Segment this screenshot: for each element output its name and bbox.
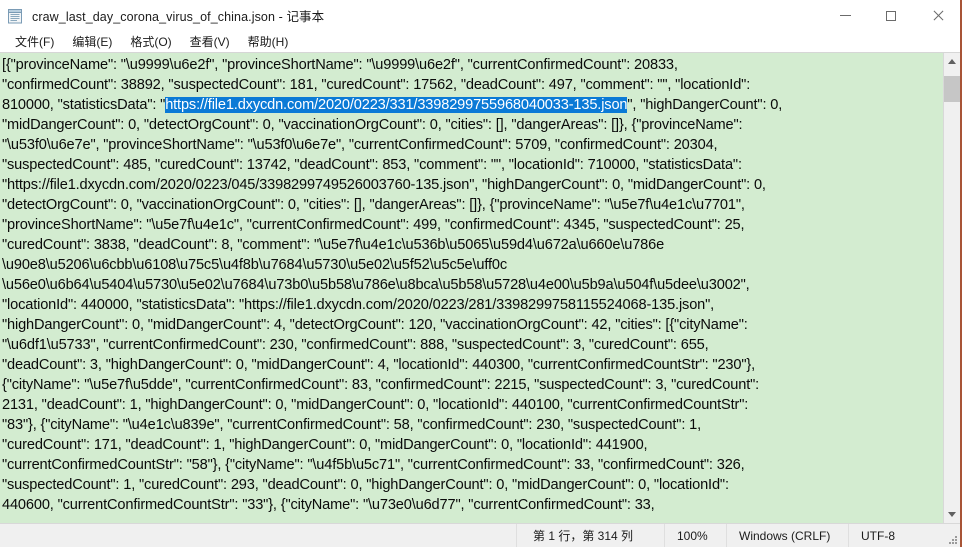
editor-line: "suspectedCount": 485, "curedCount": 137…	[2, 157, 742, 173]
title-bar[interactable]: craw_last_day_corona_virus_of_china.json…	[0, 0, 960, 31]
window-controls	[822, 0, 960, 31]
close-button[interactable]	[914, 0, 960, 31]
editor-line: "\u6df1\u5733", "currentConfirmedCount":…	[2, 337, 709, 353]
status-bar-spacer	[0, 524, 516, 547]
menu-item-view[interactable]: 查看(V)	[181, 31, 239, 53]
selected-text[interactable]: https://file1.dxycdn.com/2020/0223/331/3…	[165, 97, 628, 113]
maximize-icon	[886, 10, 896, 21]
editor-line: "provinceShortName": "\u5e7f\u4e1c", "cu…	[2, 217, 745, 233]
editor-line: "currentConfirmedCountStr": "58"}, {"cit…	[2, 457, 745, 473]
editor-line: "highDangerCount": 0, "midDangerCount": …	[2, 317, 748, 333]
editor-line: \u90e8\u5206\u6cbb\u6108\u75c5\u4f8b\u76…	[2, 257, 508, 273]
editor-line: "curedCount": 171, "deadCount": 1, "high…	[2, 437, 648, 453]
editor-line: 810000, "statisticsData": "https://file1…	[2, 97, 783, 113]
editor-line: "locationId": 440000, "statisticsData": …	[2, 297, 715, 313]
editor-line: "curedCount": 3838, "deadCount": 8, "com…	[2, 237, 665, 253]
editor-line: {"cityName": "\u5e7f\u5dde", "currentCon…	[2, 377, 760, 393]
menu-item-help[interactable]: 帮助(H)	[239, 31, 298, 53]
editor-line: "midDangerCount": 0, "detectOrgCount": 0…	[2, 117, 743, 133]
status-bar: 第 1 行，第 314 列 100% Windows (CRLF) UTF-8	[0, 523, 960, 547]
minimize-icon	[839, 15, 851, 16]
editor-line: 440600, "currentConfirmedCountStr": "33"…	[2, 497, 655, 513]
maximize-button[interactable]	[868, 0, 914, 31]
scrollbar-track[interactable]	[944, 70, 960, 506]
editor-line: "suspectedCount": 1, "curedCount": 293, …	[2, 477, 729, 493]
minimize-button[interactable]	[822, 0, 868, 31]
notepad-window: craw_last_day_corona_virus_of_china.json…	[0, 0, 962, 547]
status-cursor-position: 第 1 行，第 314 列	[516, 524, 664, 547]
notepad-icon	[6, 7, 24, 25]
editor-line: "83"}, {"cityName": "\u4e1c\u839e", "cur…	[2, 417, 702, 433]
editor-line: \u56e0\u6b64\u5404\u5730\u5e02\u7684\u73…	[2, 277, 750, 293]
editor-line: "detectOrgCount": 0, "vaccinationOrgCoun…	[2, 197, 745, 213]
menu-item-file[interactable]: 文件(F)	[6, 31, 63, 53]
status-encoding[interactable]: UTF-8	[848, 524, 944, 547]
menu-item-edit[interactable]: 编辑(E)	[63, 31, 121, 53]
editor-line: 2131, "deadCount": 1, "highDangerCount":…	[2, 397, 749, 413]
window-title: craw_last_day_corona_virus_of_china.json…	[32, 10, 325, 24]
editor-line: "https://file1.dxycdn.com/2020/0223/045/…	[2, 177, 766, 193]
editor-area: [{"provinceName": "\u9999\u6e2f", "provi…	[0, 52, 960, 523]
editor-line: "confirmedCount": 38892, "suspectedCount…	[2, 77, 751, 93]
scroll-up-icon	[948, 59, 956, 64]
scroll-down-button[interactable]	[944, 506, 960, 523]
editor-line: "\u53f0\u6e7e", "provinceShortName": "\u…	[2, 137, 718, 153]
scroll-down-icon	[948, 512, 956, 517]
menu-bar: 文件(F) 编辑(E) 格式(O) 查看(V) 帮助(H)	[0, 31, 960, 52]
scrollbar-thumb[interactable]	[944, 76, 960, 102]
vertical-scrollbar[interactable]	[943, 53, 960, 523]
editor-line: [{"provinceName": "\u9999\u6e2f", "provi…	[2, 57, 678, 73]
status-zoom-level[interactable]: 100%	[664, 524, 726, 547]
status-line-ending[interactable]: Windows (CRLF)	[726, 524, 848, 547]
close-icon	[932, 10, 943, 21]
editor-line: "deadCount": 3, "highDangerCount": 0, "m…	[2, 357, 756, 373]
scroll-up-button[interactable]	[944, 53, 960, 70]
menu-item-format[interactable]: 格式(O)	[121, 31, 180, 53]
resize-grip-icon[interactable]	[944, 524, 960, 547]
text-editor[interactable]: [{"provinceName": "\u9999\u6e2f", "provi…	[0, 53, 943, 523]
